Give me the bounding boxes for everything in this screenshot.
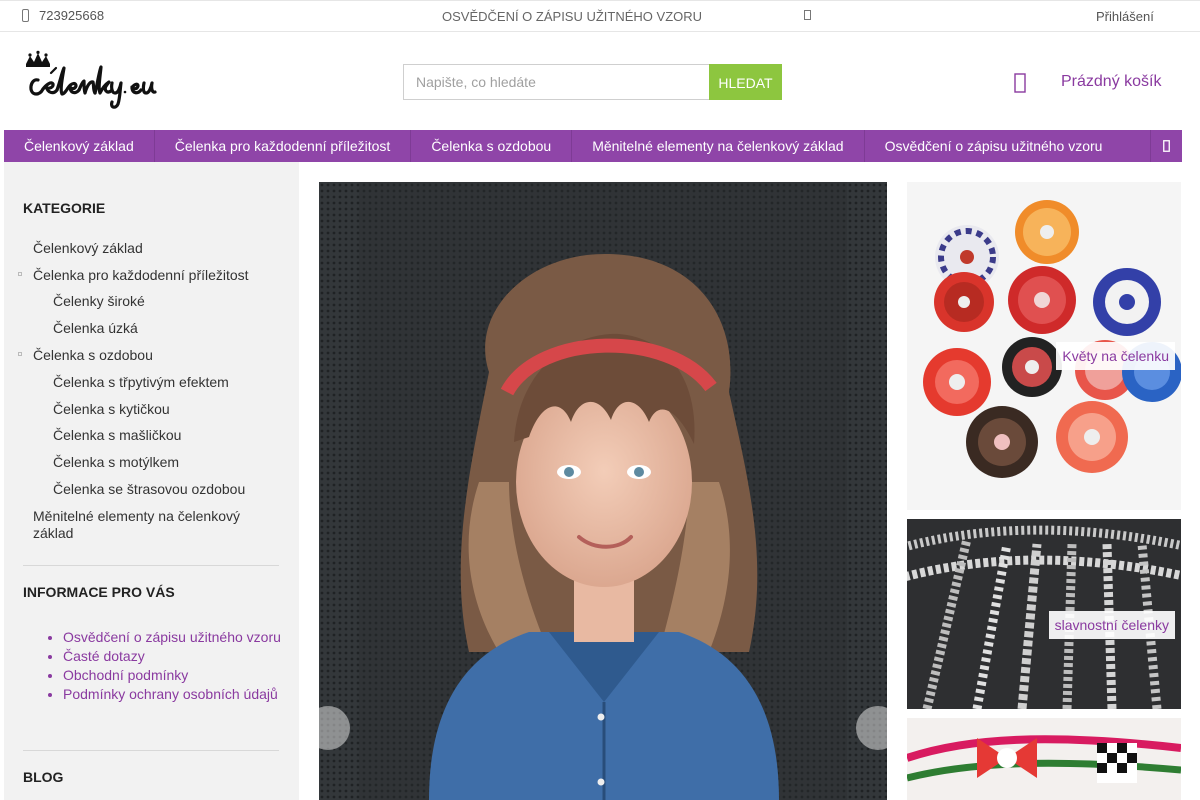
category-item[interactable]: Měnitelné elementy na čelenkový základ (33, 508, 263, 542)
category-subitem[interactable]: Čelenka s motýlkem (53, 454, 179, 471)
nav-more-button[interactable] (1150, 130, 1182, 162)
expand-bullet-icon[interactable] (18, 352, 22, 356)
info-title: INFORMACE PRO VÁS (23, 584, 175, 600)
menu-icon (1163, 140, 1170, 152)
sidebar-divider (23, 565, 279, 566)
search-input[interactable] (403, 64, 709, 100)
info-link[interactable]: Obchodní podmínky (63, 666, 293, 685)
phone-icon (22, 9, 29, 22)
category-subitem[interactable]: Čelenka s třpytivým efektem (53, 374, 229, 391)
banner-flowers[interactable]: Květy na čelenku (907, 182, 1181, 510)
nav-item-osvedceni[interactable]: Osvědčení o zápisu užitného vzoru (865, 130, 1123, 162)
category-subitem[interactable]: Čelenka úzká (53, 320, 138, 337)
chevron-down-icon[interactable] (804, 10, 811, 20)
bows-photo (907, 718, 1181, 800)
info-link[interactable]: Časté dotazy (63, 647, 293, 666)
banner-festive-label[interactable]: slavnostní čelenky (1048, 611, 1175, 639)
info-link[interactable]: Osvědčení o zápisu užitného vzoru (63, 628, 293, 647)
phone-number[interactable]: 723925668 (39, 8, 104, 23)
category-subitem[interactable]: Čelenka s mašličkou (53, 427, 181, 444)
nav-item-kazdodenni[interactable]: Čelenka pro každodenní příležitost (155, 130, 412, 162)
search-form: HLEDAT (403, 64, 782, 100)
category-subitem[interactable]: Čelenky široké (53, 293, 145, 310)
phone-contact[interactable]: 723925668 (22, 8, 104, 23)
category-item[interactable]: Čelenka s ozdobou (33, 347, 153, 364)
search-button[interactable]: HLEDAT (709, 64, 782, 100)
nav-item-s-ozdobou[interactable]: Čelenka s ozdobou (411, 130, 573, 162)
category-subitem[interactable]: Čelenka se štrasovou ozdobou (53, 481, 245, 498)
hero-photo (319, 182, 887, 800)
nav-item-menitelne-elementy[interactable]: Měnitelné elementy na čelenkový základ (572, 130, 865, 162)
expand-bullet-icon[interactable] (18, 272, 22, 276)
category-item[interactable]: Čelenka pro každodenní příležitost (33, 267, 249, 284)
slider-next-button[interactable] (856, 706, 900, 750)
banner-festive[interactable]: slavnostní čelenky (907, 519, 1181, 709)
blog-title: BLOG (23, 769, 64, 785)
sidebar: KATEGORIE Čelenkový základ Čelenka pro k… (4, 162, 299, 800)
main-navigation: Čelenkový základ Čelenka pro každodenní … (4, 130, 1182, 162)
site-logo[interactable] (24, 50, 164, 112)
banner-bows[interactable] (907, 718, 1181, 800)
banner-flowers-label[interactable]: Květy na čelenku (1056, 342, 1175, 370)
category-item[interactable]: Čelenkový základ (33, 240, 143, 257)
cart-icon[interactable] (1014, 73, 1026, 93)
nav-item-celenkovy-zaklad[interactable]: Čelenkový základ (4, 130, 155, 162)
logo-image (26, 50, 157, 109)
top-bar: 723925668 OSVĚDČENÍ O ZÁPISU UŽITNÉHO VZ… (0, 0, 1200, 32)
category-subitem[interactable]: Čelenka s kytičkou (53, 401, 170, 418)
hero-slider-image[interactable] (319, 182, 887, 800)
login-link[interactable]: Přihlášení (1096, 9, 1154, 24)
promo-text[interactable]: OSVĚDČENÍ O ZÁPISU UŽITNÉHO VZORU (442, 9, 702, 24)
info-links: Osvědčení o zápisu užitného vzoru Časté … (63, 628, 293, 704)
sidebar-divider (23, 750, 279, 751)
cart-link[interactable]: Prázdný košík (1061, 73, 1161, 91)
slider-prev-button[interactable] (306, 706, 350, 750)
info-link[interactable]: Podmínky ochrany osobních údajů (63, 685, 293, 704)
categories-title: KATEGORIE (23, 200, 106, 216)
